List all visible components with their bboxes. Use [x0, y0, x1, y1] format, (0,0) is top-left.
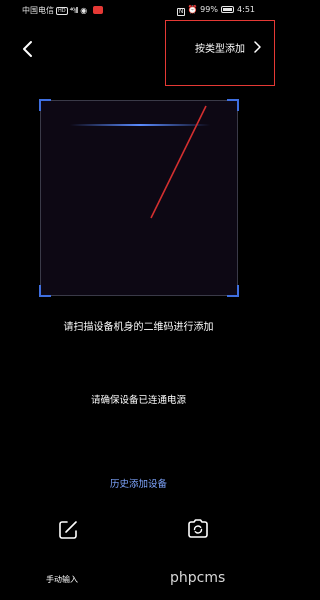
status-left: 中国电信 HD ⁴⁶ıll ◉: [22, 5, 103, 16]
alarm-icon: ⏰: [187, 5, 198, 14]
nfc-icon: N: [177, 8, 186, 16]
carrier-name: 中国电信: [22, 6, 54, 15]
chevron-left-icon: [23, 41, 32, 57]
screen-record-icon: [92, 6, 103, 14]
qr-scan-viewfinder: [39, 99, 239, 297]
edit-icon: [59, 521, 77, 539]
back-button[interactable]: [18, 38, 38, 60]
scan-from-image-button[interactable]: [186, 517, 210, 541]
power-hint-text: 请确保设备已连通电源: [90, 395, 186, 406]
wifi-icon: ◉: [80, 6, 88, 15]
chevron-right-icon: [254, 41, 261, 53]
add-by-type-button[interactable]: 按类型添加: [195, 38, 261, 56]
battery-percent: 99%: [200, 5, 218, 14]
status-right: N ⏰ 99% 4:51: [177, 5, 255, 16]
scan-instruction-text: 请扫描设备机身的二维码进行添加: [63, 322, 214, 333]
annotation-arrow: [150, 105, 207, 219]
hd-badge: HD: [56, 7, 68, 15]
manual-input-label: 手动输入: [46, 575, 78, 584]
camera-refresh-icon: [188, 519, 208, 538]
signal-icon: ⁴⁶ıll: [69, 6, 79, 15]
history-devices-link[interactable]: 历史添加设备: [0, 476, 277, 490]
manual-input-button[interactable]: [57, 519, 79, 541]
watermark: phpcms: [170, 570, 226, 586]
battery-icon: [221, 6, 235, 13]
add-by-type-label: 按类型添加: [195, 43, 245, 55]
status-bar: 中国电信 HD ⁴⁶ıll ◉ N ⏰ 99% 4:51: [0, 0, 277, 20]
clock-time: 4:51: [237, 5, 255, 14]
